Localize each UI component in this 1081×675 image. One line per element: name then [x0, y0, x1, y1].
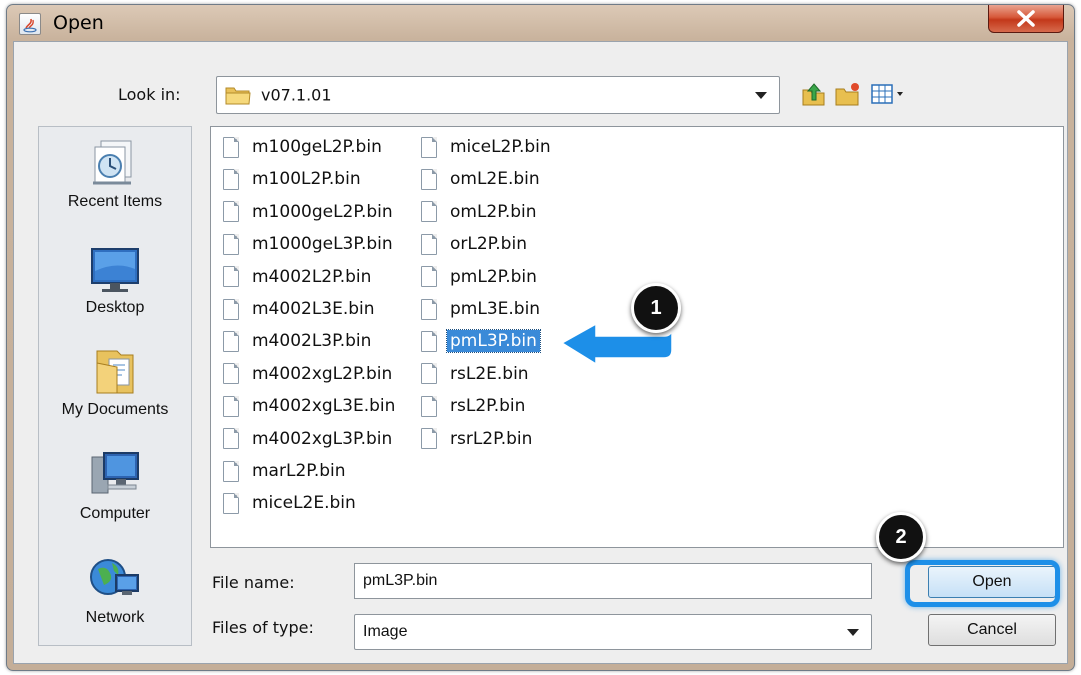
callout-badge-1: 1 — [631, 283, 681, 333]
open-button-highlight — [905, 560, 1060, 607]
callout-badge-2: 2 — [876, 512, 926, 562]
